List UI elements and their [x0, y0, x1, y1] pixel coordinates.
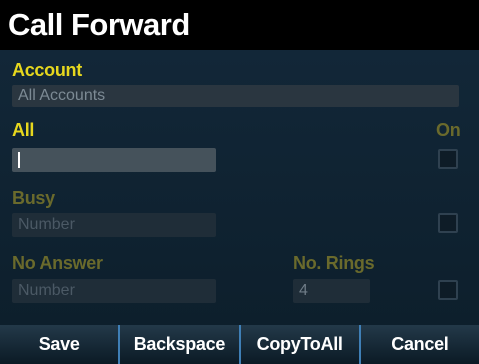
- cancel-button[interactable]: Cancel: [358, 325, 479, 364]
- no-answer-label: No Answer: [12, 253, 103, 273]
- all-label: All: [12, 120, 35, 140]
- all-number-input[interactable]: [12, 148, 216, 172]
- busy-label: Busy: [12, 188, 55, 208]
- no-answer-number-input[interactable]: Number: [12, 279, 216, 303]
- call-forward-form: Account All Accounts All On Busy Number …: [0, 50, 479, 325]
- all-on-label: On: [436, 120, 461, 140]
- busy-on-checkbox[interactable]: [438, 213, 458, 233]
- no-rings-select[interactable]: 4: [293, 279, 370, 303]
- backspace-button[interactable]: Backspace: [118, 325, 239, 364]
- all-on-checkbox[interactable]: [438, 149, 458, 169]
- softkey-bar: Save Backspace CopyToAll Cancel: [0, 325, 479, 364]
- copy-to-all-button[interactable]: CopyToAll: [238, 325, 359, 364]
- text-cursor: [18, 152, 20, 168]
- page-title: Call Forward: [0, 0, 479, 50]
- no-answer-on-checkbox[interactable]: [438, 280, 458, 300]
- no-rings-label: No. Rings: [293, 253, 375, 273]
- save-button[interactable]: Save: [0, 325, 119, 364]
- account-label: Account: [12, 60, 82, 80]
- phone-screen: Call Forward Account All Accounts All On…: [0, 0, 479, 364]
- account-select[interactable]: All Accounts: [12, 85, 459, 107]
- busy-number-input[interactable]: Number: [12, 213, 216, 237]
